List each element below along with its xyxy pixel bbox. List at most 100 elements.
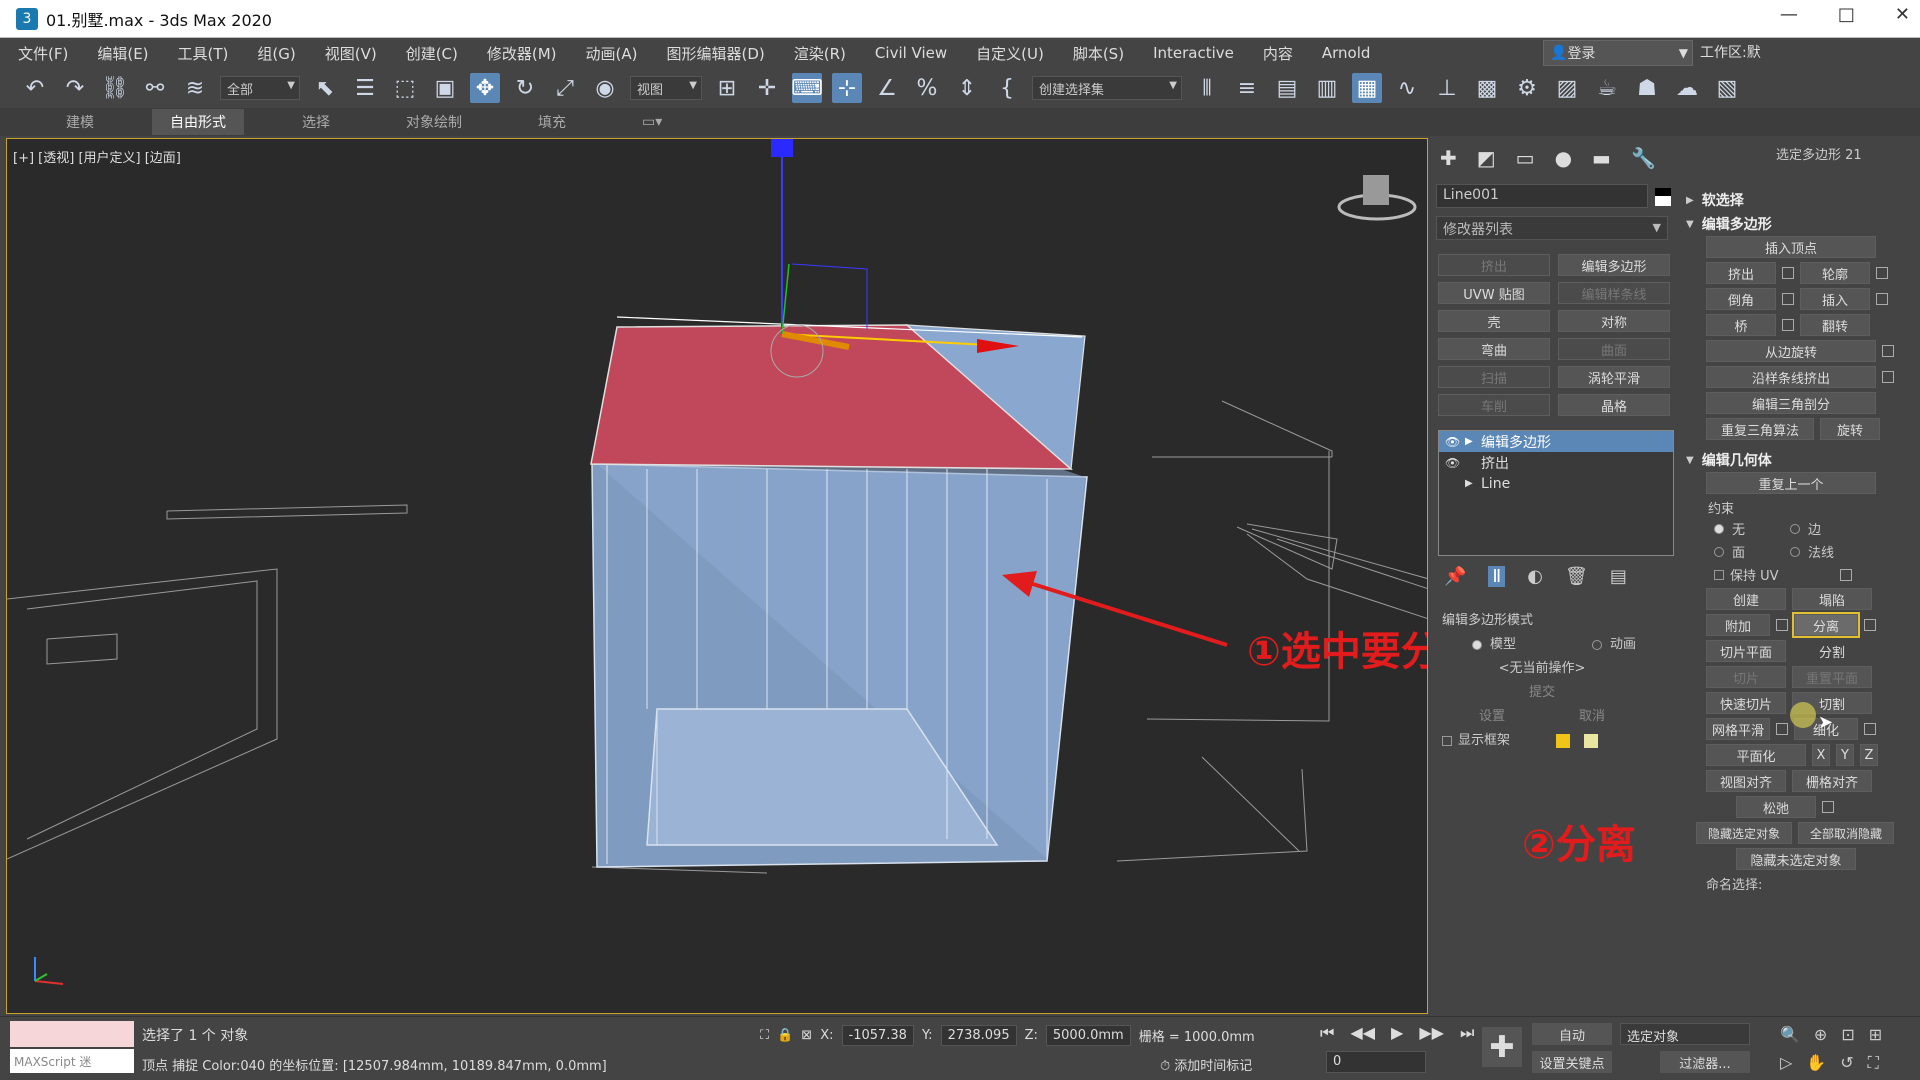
zoom-icon[interactable]: 🔍 xyxy=(1780,1025,1800,1044)
y-coord-field[interactable]: 2738.095 xyxy=(940,1025,1017,1046)
manipulate-icon[interactable]: ✛ xyxy=(752,73,782,103)
set-key-button[interactable]: 设置关键点 xyxy=(1532,1051,1612,1073)
object-name-field[interactable]: Line001 xyxy=(1436,184,1648,208)
menu-animation[interactable]: 动画(A) xyxy=(586,43,638,64)
tab-modeling[interactable]: 建模 xyxy=(48,109,112,135)
select-by-name-icon[interactable]: ☰ xyxy=(350,73,380,103)
window-crossing-icon[interactable]: ▣ xyxy=(430,73,460,103)
hinge-settings-icon[interactable] xyxy=(1882,345,1894,357)
maxscript-mini-listener[interactable]: MAXScript 迷 xyxy=(10,1049,134,1073)
orbit-icon[interactable]: ↺ xyxy=(1840,1053,1853,1073)
configure-sets-icon[interactable]: ▤ xyxy=(1610,566,1627,587)
minimize-icon[interactable]: — xyxy=(1780,4,1798,25)
maximize-icon[interactable]: □ xyxy=(1838,4,1855,25)
grid-align-button[interactable]: 栅格对齐 xyxy=(1792,770,1872,792)
named-selection-dropdown[interactable]: 创建选择集 ▼ xyxy=(1032,76,1182,100)
zoom-extents-all-icon[interactable]: ⊞ xyxy=(1869,1025,1882,1044)
hierarchy-tab-icon[interactable]: ▭ xyxy=(1516,146,1535,170)
menu-group[interactable]: 组(G) xyxy=(257,43,295,64)
extrude-spline-settings-icon[interactable] xyxy=(1882,371,1894,383)
soft-selection-rollout[interactable]: ▶ 软选择 xyxy=(1676,188,1920,212)
split-checkbox[interactable]: 分割 xyxy=(1792,640,1872,662)
select-object-icon[interactable]: ⬉ xyxy=(310,73,340,103)
perspective-viewport[interactable]: [+] [透视] [用户定义] [边面] ①选中要分离的面 xyxy=(6,138,1428,1014)
menu-file[interactable]: 文件(F) xyxy=(18,43,68,64)
pin-stack-icon[interactable]: 📌 xyxy=(1444,566,1466,587)
mod-sweep-button[interactable]: 扫描 xyxy=(1438,366,1550,388)
z-coord-field[interactable]: 5000.0mm xyxy=(1045,1025,1131,1046)
mod-shell-button[interactable]: 壳 xyxy=(1438,310,1550,332)
settings-button[interactable]: 设置 xyxy=(1479,705,1505,729)
detach-settings-icon[interactable] xyxy=(1864,619,1876,631)
object-color-swatch[interactable] xyxy=(1655,188,1671,206)
stack-item-line[interactable]: ▶ Line xyxy=(1439,473,1673,494)
zoom-extents-icon[interactable]: ⊡ xyxy=(1841,1025,1854,1044)
viewcube-icon[interactable] xyxy=(1337,175,1417,221)
scale-icon[interactable]: ⤢ xyxy=(550,73,580,103)
inset-button[interactable]: 插入 xyxy=(1800,288,1870,310)
eye-icon[interactable]: 👁 xyxy=(1445,456,1465,470)
toggle-ribbon-icon[interactable]: ▥ xyxy=(1312,73,1342,103)
render-iterative-icon[interactable]: ☗ xyxy=(1632,73,1662,103)
menu-create[interactable]: 创建(C) xyxy=(406,43,458,64)
constraint-normal-radio[interactable]: 法线 xyxy=(1790,542,1860,561)
mode-animate-radio[interactable]: 动画 xyxy=(1592,633,1662,657)
tab-selection[interactable]: 选择 xyxy=(284,109,348,135)
a360-icon[interactable]: ▧ xyxy=(1712,73,1742,103)
motion-tab-icon[interactable]: ● xyxy=(1555,146,1572,170)
render-cloud-icon[interactable]: ☁ xyxy=(1672,73,1702,103)
lock-icon[interactable]: 🔒 xyxy=(777,1028,793,1043)
mod-edit-poly-button[interactable]: 编辑多边形 xyxy=(1558,254,1670,276)
render-icon[interactable]: ☕ xyxy=(1592,73,1622,103)
flip-button[interactable]: 翻转 xyxy=(1800,314,1870,336)
menu-civil-view[interactable]: Civil View xyxy=(875,44,947,62)
mod-lattice-button[interactable]: 晶格 xyxy=(1558,394,1670,416)
mod-edit-spline-button[interactable]: 编辑样条线 xyxy=(1558,282,1670,304)
add-key-icon[interactable]: ✚ xyxy=(1482,1027,1522,1067)
extrude-along-spline-button[interactable]: 沿样条线挤出 xyxy=(1706,366,1876,388)
x-coord-field[interactable]: -1057.38 xyxy=(841,1025,914,1046)
material-editor-icon[interactable]: ▩ xyxy=(1472,73,1502,103)
stack-item-extrude[interactable]: 👁 挤出 xyxy=(1439,452,1673,473)
menu-edit[interactable]: 编辑(E) xyxy=(97,43,148,64)
snaps-toggle-icon[interactable]: ⊹ xyxy=(832,73,862,103)
bridge-button[interactable]: 桥 xyxy=(1706,314,1776,336)
planar-z-button[interactable]: Z xyxy=(1860,744,1878,766)
ribbon-options-icon[interactable]: ▭▾ xyxy=(624,111,680,133)
show-end-result-icon[interactable]: Ⅱ xyxy=(1488,566,1506,587)
mod-extrude-button[interactable]: 挤出 xyxy=(1438,254,1550,276)
isolate-icon[interactable]: ⛶ xyxy=(760,1028,769,1043)
scene-explorer-icon[interactable]: ▦ xyxy=(1352,73,1382,103)
detach-button[interactable]: 分离 xyxy=(1792,612,1860,638)
redo-icon[interactable]: ↷ xyxy=(60,73,90,103)
move-icon[interactable]: ✥ xyxy=(470,73,500,103)
create-tab-icon[interactable]: ✚ xyxy=(1440,146,1457,170)
mod-symmetry-button[interactable]: 对称 xyxy=(1558,310,1670,332)
attach-button[interactable]: 附加 xyxy=(1706,614,1770,636)
pivot-center-icon[interactable]: ⊞ xyxy=(712,73,742,103)
tab-freeform[interactable]: 自由形式 xyxy=(152,109,244,135)
slice-plane-button[interactable]: 切片平面 xyxy=(1706,640,1786,662)
pan-icon[interactable]: ✋ xyxy=(1806,1053,1826,1073)
attach-settings-icon[interactable] xyxy=(1776,619,1788,631)
render-setup-icon[interactable]: ⚙ xyxy=(1512,73,1542,103)
make-planar-button[interactable]: 平面化 xyxy=(1706,744,1806,766)
meshsmooth-settings-icon[interactable] xyxy=(1776,723,1788,735)
menu-rendering[interactable]: 渲染(R) xyxy=(794,43,846,64)
extrude-button[interactable]: 挤出 xyxy=(1706,262,1776,284)
planar-x-button[interactable]: X xyxy=(1812,744,1830,766)
constraint-none-radio[interactable]: 无 xyxy=(1714,519,1784,538)
stack-item-edit-poly[interactable]: 👁 ▶ 编辑多边形 xyxy=(1439,431,1673,452)
angle-snap-icon[interactable]: ∠ xyxy=(872,73,902,103)
mod-bend-button[interactable]: 弯曲 xyxy=(1438,338,1550,360)
cage-color-swatch-2[interactable] xyxy=(1584,734,1599,748)
fov-icon[interactable]: ▷ xyxy=(1780,1053,1792,1073)
hinge-from-edge-button[interactable]: 从边旋转 xyxy=(1706,340,1876,362)
bind-spacewarp-icon[interactable]: ≋ xyxy=(180,73,210,103)
cage-color-swatch-1[interactable] xyxy=(1556,734,1571,748)
rect-region-icon[interactable]: ⬚ xyxy=(390,73,420,103)
zoom-all-icon[interactable]: ⊕ xyxy=(1814,1025,1827,1044)
selection-filter-dropdown[interactable]: 全部 ▼ xyxy=(220,76,300,100)
hide-selected-button[interactable]: 隐藏选定对象 xyxy=(1696,822,1792,844)
maxscript-listener[interactable] xyxy=(10,1021,134,1047)
